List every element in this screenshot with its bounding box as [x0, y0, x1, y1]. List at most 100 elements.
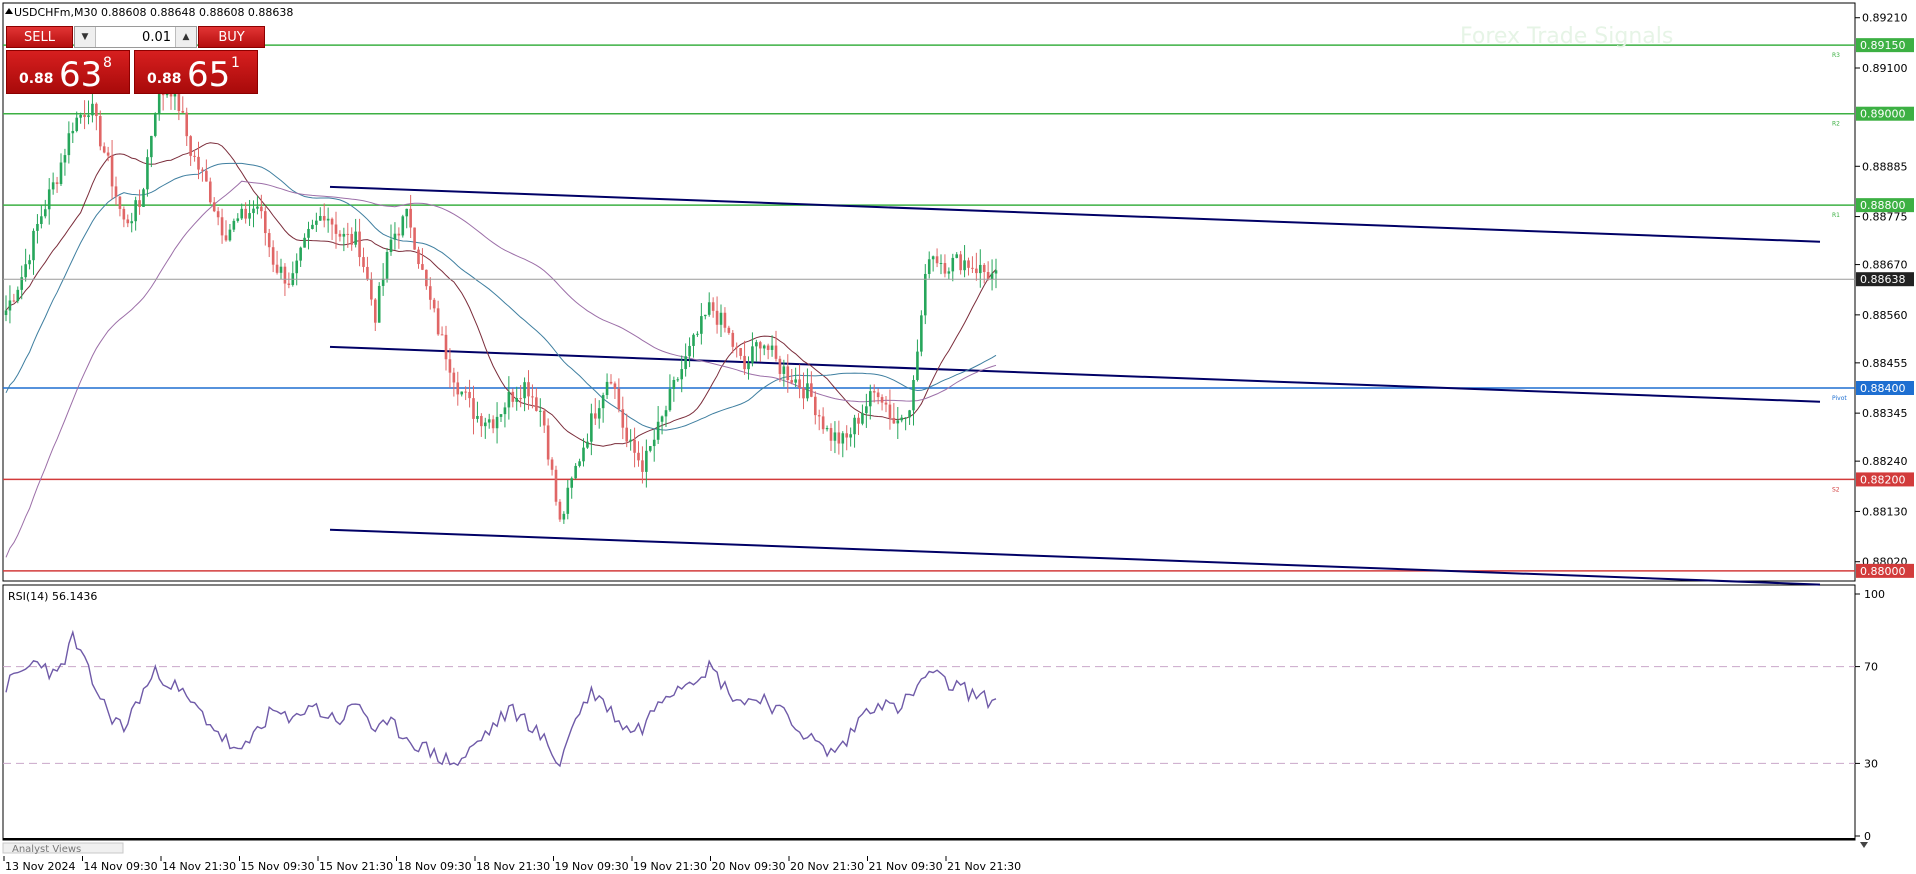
candle-body — [303, 237, 306, 248]
candle-body — [181, 110, 185, 113]
candle-body — [476, 415, 479, 419]
candle-body — [668, 389, 672, 411]
candle-body — [189, 136, 192, 156]
candle-body — [36, 223, 39, 231]
candle-body — [228, 229, 232, 241]
time-label: 21 Nov 09:30 — [869, 860, 943, 873]
candle-body — [102, 146, 106, 153]
candle-body — [994, 270, 998, 274]
candle-body — [295, 260, 299, 274]
candle-body — [130, 221, 134, 224]
price-label: 0.88670 — [1862, 259, 1908, 272]
candle-body — [849, 434, 852, 438]
candle-body — [499, 414, 503, 417]
candle-body — [762, 345, 766, 349]
time-label: 20 Nov 09:30 — [712, 860, 786, 873]
candle-body — [641, 460, 644, 472]
buy-button[interactable]: BUY — [198, 26, 265, 48]
candles — [4, 65, 998, 524]
candle-body — [711, 302, 715, 311]
candle-body — [366, 266, 369, 280]
candle-body — [315, 220, 318, 225]
candle-body — [868, 391, 872, 407]
lot-increase-button[interactable]: ▲ — [175, 27, 196, 47]
rsi-tick-label: 0 — [1864, 830, 1871, 843]
candle-body — [456, 382, 460, 395]
candle-body — [790, 380, 794, 383]
candle-body — [126, 219, 130, 224]
candle-body — [813, 396, 817, 416]
ma-slow-line — [5, 180, 997, 558]
candle-body — [723, 312, 727, 328]
time-label: 13 Nov 2024 — [5, 860, 75, 873]
candle-body — [617, 388, 621, 410]
candle-body — [990, 273, 994, 280]
candle-body — [971, 267, 974, 269]
candle-body — [931, 256, 935, 260]
buy-price-prefix: 0.88 — [147, 71, 182, 87]
candle-body — [680, 369, 684, 380]
time-label: 15 Nov 09:30 — [241, 860, 315, 873]
candle-body — [951, 257, 955, 272]
candle-body — [24, 264, 27, 278]
candle-body — [440, 334, 444, 336]
candle-body — [122, 208, 126, 220]
candle-body — [118, 196, 122, 209]
buy-price-box[interactable]: 0.88 65 1 — [134, 50, 258, 95]
rsi-line — [5, 629, 997, 768]
candle-body — [381, 278, 385, 286]
candle-body — [515, 398, 519, 402]
candle-body — [531, 396, 534, 398]
candle-body — [224, 235, 228, 241]
sell-price-box[interactable]: 0.88 63 8 — [6, 50, 130, 95]
candle-body — [322, 215, 326, 221]
current-price-label: 0.88638 — [1860, 273, 1906, 286]
candle-body — [590, 413, 593, 442]
rsi-tick-label: 100 — [1864, 588, 1885, 601]
candle-body — [342, 233, 346, 237]
candle-body — [908, 410, 911, 418]
candle-body — [542, 410, 546, 426]
candle-body — [193, 155, 196, 157]
candle-body — [83, 114, 86, 118]
candle-body — [821, 416, 825, 430]
main-panel-frame — [2, 2, 1856, 582]
candle-body — [967, 260, 970, 268]
lot-size-box: ▼ ▲ — [74, 26, 197, 48]
candle-body — [377, 285, 381, 323]
candle-body — [978, 264, 982, 274]
sell-button[interactable]: SELL — [6, 26, 73, 48]
candle-body — [731, 332, 735, 347]
candle-body — [153, 113, 157, 136]
level-tag: Pivot — [1832, 395, 1847, 402]
sell-price-main: 63 — [59, 55, 103, 95]
candle-body — [633, 439, 636, 453]
candle-body — [605, 381, 609, 396]
time-label: 14 Nov 09:30 — [84, 860, 158, 873]
candle-body — [212, 202, 216, 212]
candle-body — [688, 345, 691, 357]
candle-body — [346, 233, 350, 235]
price-chart[interactable]: R3R2R1PivotS2 0.892100.891000.888850.887… — [0, 0, 1916, 874]
time-label: 20 Nov 21:30 — [790, 860, 864, 873]
candle-body — [652, 439, 656, 447]
analyst-views-label: Analyst Views — [12, 844, 81, 855]
candle-body — [405, 208, 409, 217]
candle-body — [986, 272, 990, 280]
lot-decrease-button[interactable]: ▼ — [75, 27, 96, 47]
candle-body — [472, 398, 475, 419]
lot-size-input[interactable] — [97, 27, 175, 47]
candle-body — [16, 289, 20, 302]
rsi-label: RSI(14) 56.1436 — [8, 590, 97, 603]
candle-body — [334, 224, 338, 234]
candle-body — [817, 415, 821, 417]
candle-body — [538, 410, 542, 412]
rsi-axis: 100 70 30 0 — [3, 588, 1885, 843]
candle-body — [240, 208, 244, 219]
candle-body — [648, 446, 652, 451]
candle-body — [825, 428, 829, 430]
candle-body — [503, 407, 507, 415]
buy-price-main: 65 — [187, 55, 231, 95]
candle-body — [232, 220, 236, 230]
candle-body — [955, 254, 959, 258]
